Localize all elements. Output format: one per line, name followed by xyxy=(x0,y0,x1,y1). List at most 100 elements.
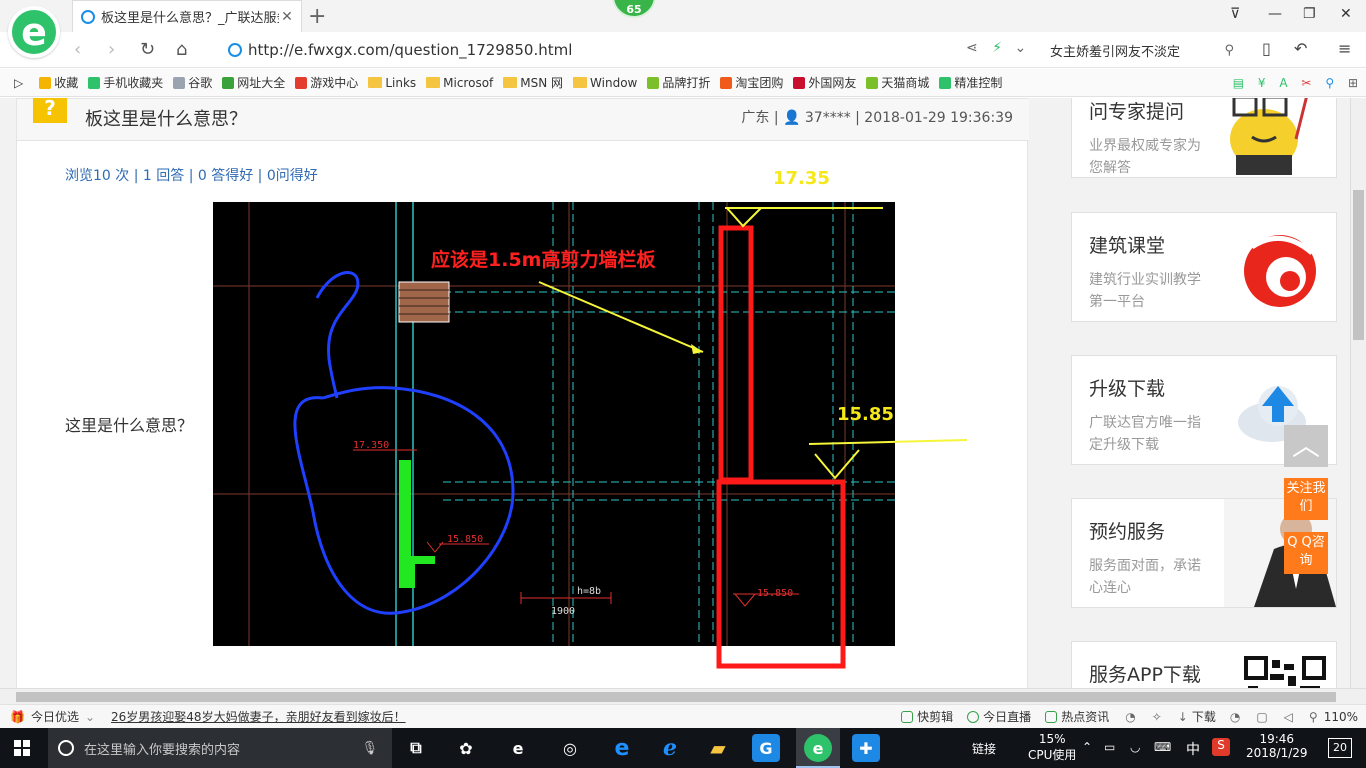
sidebar-toggle-icon[interactable]: ▷ xyxy=(14,76,23,90)
qq-consult-button[interactable]: Q Q咨询 xyxy=(1284,532,1328,574)
browser-logo-icon[interactable]: e xyxy=(8,6,60,58)
bookmark-item[interactable]: 网址大全 xyxy=(222,74,285,91)
window-icon[interactable]: ▢ xyxy=(1256,710,1267,724)
maximize-button[interactable]: ❐ xyxy=(1303,6,1316,22)
file-explorer-icon[interactable]: ▰ xyxy=(704,734,732,762)
app-flower-icon[interactable]: ✿ xyxy=(452,734,480,762)
url-input[interactable]: http://e.fwxgx.com/question_1729850.html xyxy=(222,38,962,62)
status-live[interactable]: 今日直播 xyxy=(967,708,1031,725)
back-icon[interactable]: ‹ xyxy=(74,39,81,60)
scrollbar-thumb[interactable] xyxy=(1353,190,1364,340)
refresh-icon[interactable]: ↻ xyxy=(140,39,155,60)
notification-badge[interactable]: 65 xyxy=(612,0,656,18)
edge-icon[interactable]: e xyxy=(608,734,636,762)
new-tab-button[interactable]: + xyxy=(308,4,326,29)
notification-center-icon[interactable]: 20 xyxy=(1328,738,1352,758)
home-icon[interactable]: ⌂ xyxy=(176,39,187,60)
tray-keyboard-icon[interactable]: ⌨ xyxy=(1154,740,1171,754)
bookmark-item[interactable]: 淘宝团购 xyxy=(720,74,783,91)
bookmark-item[interactable]: 品牌打折 xyxy=(647,74,710,91)
news-ticker-link[interactable]: 26岁男孩迎娶48岁大妈做妻子，亲朋好友看到嫁妆后！ xyxy=(111,708,406,725)
status-download-label[interactable]: 下载 xyxy=(1192,708,1216,725)
bookmark-item[interactable]: 精准控制 xyxy=(939,74,1002,91)
accelerate-icon[interactable]: ◔ xyxy=(1230,710,1240,724)
close-window-button[interactable]: ✕ xyxy=(1340,6,1352,22)
zoom-search-icon[interactable]: ⚲ xyxy=(1309,710,1318,724)
tray-link-label[interactable]: 链接 xyxy=(972,740,996,757)
glodon-app-icon[interactable]: G xyxy=(752,734,780,762)
cad-label-15850-a: 15.850 xyxy=(447,534,483,545)
search-input[interactable]: 女主娇羞引网友不淡定 ⚲ xyxy=(1040,38,1240,62)
money-icon[interactable]: ¥ xyxy=(1258,76,1266,90)
bookmark-item[interactable]: 天猫商城 xyxy=(866,74,929,91)
ie-browser-icon[interactable]: e xyxy=(504,734,532,762)
menu-icon[interactable]: ≡ xyxy=(1338,39,1351,58)
scissors-icon[interactable]: ✂ xyxy=(1301,76,1311,90)
microphone-icon[interactable]: 🎙 xyxy=(361,741,378,756)
start-button-icon[interactable] xyxy=(14,740,30,756)
download-icon[interactable]: ↓ xyxy=(1178,710,1188,724)
reader-icon[interactable]: ▤ xyxy=(1233,76,1244,90)
bookmark-item[interactable]: Links xyxy=(368,76,416,90)
bookmark-item[interactable]: Microsof xyxy=(426,76,493,90)
phone-icon[interactable]: ▯ xyxy=(1262,39,1271,58)
tray-network-icon[interactable]: ◡ xyxy=(1130,740,1140,754)
app-plus-icon[interactable]: ✚ xyxy=(852,734,880,762)
grid-icon[interactable]: ⊞ xyxy=(1348,76,1358,90)
lightning-icon[interactable]: ⚡ xyxy=(992,40,1002,56)
taskbar-search-input[interactable]: 在这里输入你要搜索的内容 🎙 xyxy=(48,728,392,768)
cpu-meter[interactable]: 15% CPU使用 xyxy=(1028,732,1076,763)
zoom-icon[interactable]: ⚲ xyxy=(1325,76,1334,90)
scrollbar-thumb[interactable] xyxy=(16,692,1336,702)
mute-icon[interactable]: ◁ xyxy=(1284,710,1293,724)
tray-app-s-icon[interactable]: S xyxy=(1212,738,1230,756)
ie-icon[interactable]: ℯ xyxy=(656,734,684,762)
bookmark-item[interactable]: 游戏中心 xyxy=(295,74,358,91)
sidebar-card-course[interactable]: 建筑课堂 建筑行业实训教学第一平台 xyxy=(1071,212,1337,322)
bookmark-item[interactable]: MSN 网 xyxy=(503,74,563,91)
status-quick-cut[interactable]: 快剪辑 xyxy=(901,708,953,725)
bookmark-label: 天猫商城 xyxy=(881,76,930,90)
share-icon[interactable]: ⋖ xyxy=(966,40,978,56)
site-security-icon xyxy=(228,43,242,57)
system-clock[interactable]: 19:46 2018/1/29 xyxy=(1246,732,1308,760)
ime-indicator[interactable]: 中 xyxy=(1186,739,1200,759)
bookmark-item[interactable]: 谷歌 xyxy=(173,74,212,91)
vertical-scrollbar[interactable] xyxy=(1350,98,1366,688)
bookmark-label: 谷歌 xyxy=(188,76,213,90)
status-news[interactable]: 热点资讯 xyxy=(1045,708,1109,725)
speed-icon[interactable]: ◔ xyxy=(1125,710,1135,724)
clean-icon[interactable]: ✧ xyxy=(1152,710,1162,724)
chevron-down-icon[interactable]: ⌄ xyxy=(85,710,95,724)
forward-icon[interactable]: › xyxy=(108,39,115,60)
shirt-skin-icon[interactable]: ⊽ xyxy=(1230,6,1240,22)
sidebar-card-desc: 建筑行业实训教学第一平台 xyxy=(1089,272,1201,310)
bookmark-item[interactable]: 手机收藏夹 xyxy=(88,74,163,91)
sidebar-card-title: 服务APP下载 xyxy=(1089,664,1201,686)
undo-icon[interactable]: ↶ xyxy=(1294,39,1307,58)
active-browser-icon[interactable]: e xyxy=(804,734,832,762)
task-view-icon[interactable]: ⧉ xyxy=(402,734,430,762)
translate-icon[interactable]: A xyxy=(1279,76,1287,90)
tray-battery-icon[interactable]: ▭ xyxy=(1104,740,1115,754)
today-picks[interactable]: 🎁 今日优选 ⌄ xyxy=(10,708,95,725)
sidebar-card-app[interactable]: 服务APP下载 xyxy=(1071,641,1337,688)
tab-close-icon[interactable]: ✕ xyxy=(279,9,295,25)
horizontal-scrollbar[interactable] xyxy=(0,688,1366,704)
sidebar-card-expert[interactable]: 问专家提问 业界最权威专家为您解答 xyxy=(1071,98,1337,178)
cad-label-15850-b: 15.850 xyxy=(757,588,793,599)
tray-chevron-up-icon[interactable]: ⌃ xyxy=(1082,740,1092,754)
clock-time: 19:46 xyxy=(1259,732,1295,746)
bookmark-item[interactable]: 收藏 xyxy=(39,74,78,91)
back-to-top-button[interactable]: ︿ xyxy=(1284,425,1328,467)
bookmark-item[interactable]: 外国网友 xyxy=(793,74,856,91)
question-stats[interactable]: 浏览10 次 | 1 回答 | 0 答得好 | 0问得好 xyxy=(65,165,318,185)
tab-active[interactable]: 板这里是什么意思？_广联达服务 ✕ xyxy=(72,0,302,32)
app-swirl-icon[interactable]: ◎ xyxy=(556,734,584,762)
follow-us-button[interactable]: 关注我们 xyxy=(1284,478,1328,520)
zoom-level[interactable]: 110% xyxy=(1324,710,1358,724)
search-icon[interactable]: ⚲ xyxy=(1224,43,1234,58)
bookmark-item[interactable]: Window xyxy=(573,76,637,90)
minimize-button[interactable]: — xyxy=(1268,6,1282,22)
chevron-down-icon[interactable]: ⌄ xyxy=(1014,40,1026,56)
